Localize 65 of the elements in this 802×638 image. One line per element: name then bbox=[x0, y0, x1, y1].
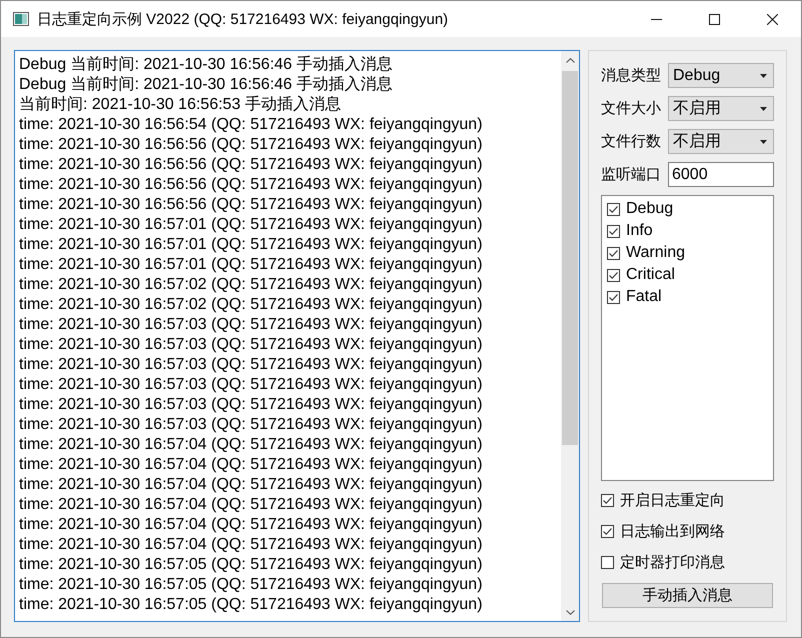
log-line: Debug 当前时间: 2021-10-30 16:56:46 手动插入消息 bbox=[19, 75, 392, 95]
log-line: time: 2021-10-30 16:57:02 (QQ: 517216493 WX: feiyangqingyun) bbox=[19, 295, 482, 315]
window-title: 日志重定向示例 V2022 (QQ: 517216493 WX: feiyangqingyun) bbox=[37, 10, 450, 28]
log-line: time: 2021-10-30 16:57:03 (QQ: 517216493 WX: feiyangqingyun) bbox=[19, 395, 482, 415]
log-line: time: 2021-10-30 16:57:04 (QQ: 517216493 WX: feiyangqingyun) bbox=[19, 495, 482, 515]
level-label: Info bbox=[626, 222, 653, 240]
log-line: time: 2021-10-30 16:57:03 (QQ: 517216493 WX: feiyangqingyun) bbox=[19, 335, 482, 355]
log-line: time: 2021-10-30 16:57:04 (QQ: 517216493 WX: feiyangqingyun) bbox=[19, 475, 482, 495]
dropdown[interactable]: Debug bbox=[668, 63, 774, 88]
dropdown[interactable]: 不启用 bbox=[668, 129, 774, 154]
field-label: 监听端口 bbox=[601, 165, 662, 184]
checkbox[interactable] bbox=[607, 290, 620, 304]
log-text-area[interactable] bbox=[14, 50, 580, 622]
log-line: Debug 当前时间: 2021-10-30 16:56:46 手动插入消息 bbox=[19, 55, 392, 75]
insert-message-button[interactable]: 手动插入消息 bbox=[602, 583, 773, 608]
maximize-icon bbox=[708, 14, 720, 24]
log-line: time: 2021-10-30 16:57:01 (QQ: 517216493 WX: feiyangqingyun) bbox=[19, 255, 482, 275]
level-label: Fatal bbox=[626, 288, 662, 306]
dropdown[interactable]: 不启用 bbox=[668, 96, 774, 121]
chevron-up-icon bbox=[566, 58, 574, 62]
log-line: time: 2021-10-30 16:57:04 (QQ: 517216493 WX: feiyangqingyun) bbox=[19, 455, 482, 475]
chevron-down-icon bbox=[566, 610, 574, 614]
checkbox[interactable] bbox=[607, 202, 620, 216]
field-label: 文件行数 bbox=[601, 132, 662, 151]
scrollbar[interactable] bbox=[561, 51, 579, 621]
checkbox[interactable] bbox=[607, 268, 620, 282]
option-label: 定时器打印消息 bbox=[620, 552, 725, 572]
log-line: time: 2021-10-30 16:56:56 (QQ: 517216493 WX: feiyangqingyun) bbox=[19, 195, 482, 215]
caret-icon bbox=[760, 140, 767, 144]
field-label: 文件大小 bbox=[601, 99, 662, 118]
option-label: 日志输出到网络 bbox=[620, 522, 725, 540]
log-line: time: 2021-10-30 16:56:56 (QQ: 517216493 WX: feiyangqingyun) bbox=[19, 175, 482, 195]
caret-icon bbox=[760, 106, 767, 110]
log-line: time: 2021-10-30 16:57:04 (QQ: 517216493 WX: feiyangqingyun) bbox=[19, 435, 482, 455]
checkbox[interactable] bbox=[601, 524, 614, 538]
scrollbar-thumb[interactable] bbox=[562, 71, 578, 445]
input-field[interactable]: 6000 bbox=[668, 162, 774, 187]
level-label: Warning bbox=[626, 244, 685, 262]
log-line: time: 2021-10-30 16:57:05 (QQ: 517216493 WX: feiyangqingyun) bbox=[19, 555, 482, 575]
log-line: time: 2021-10-30 16:57:01 (QQ: 517216493 WX: feiyangqingyun) bbox=[19, 215, 482, 235]
log-line: time: 2021-10-30 16:57:05 (QQ: 517216493 WX: feiyangqingyun) bbox=[19, 595, 482, 615]
close-icon bbox=[766, 14, 778, 24]
log-line: time: 2021-10-30 16:57:04 (QQ: 517216493 WX: feiyangqingyun) bbox=[19, 515, 482, 535]
log-line: time: 2021-10-30 16:57:03 (QQ: 517216493 WX: feiyangqingyun) bbox=[19, 315, 482, 335]
log-line: time: 2021-10-30 16:57:03 (QQ: 517216493 WX: feiyangqingyun) bbox=[19, 415, 482, 435]
app-icon bbox=[13, 12, 29, 26]
option-label: 开启日志重定向 bbox=[620, 490, 725, 510]
log-line: time: 2021-10-30 16:57:02 (QQ: 517216493 WX: feiyangqingyun) bbox=[19, 275, 482, 295]
log-line: time: 2021-10-30 16:57:05 (QQ: 517216493 WX: feiyangqingyun) bbox=[19, 575, 482, 595]
log-line: time: 2021-10-30 16:57:01 (QQ: 517216493 WX: feiyangqingyun) bbox=[19, 235, 482, 255]
log-line: time: 2021-10-30 16:57:03 (QQ: 517216493 WX: feiyangqingyun) bbox=[19, 355, 482, 375]
checkbox[interactable] bbox=[607, 224, 620, 238]
level-label: Critical bbox=[626, 266, 675, 284]
log-line: time: 2021-10-30 16:57:04 (QQ: 517216493 WX: feiyangqingyun) bbox=[19, 535, 482, 555]
checkbox[interactable] bbox=[601, 556, 614, 568]
checkbox[interactable] bbox=[601, 494, 614, 506]
log-line: time: 2021-10-30 16:56:56 (QQ: 517216493 WX: feiyangqingyun) bbox=[19, 135, 482, 155]
level-label: Debug bbox=[626, 200, 674, 218]
log-line: time: 2021-10-30 16:57:03 (QQ: 517216493 WX: feiyangqingyun) bbox=[19, 375, 482, 395]
log-line: time: 2021-10-30 16:56:54 (QQ: 517216493 WX: feiyangqingyun) bbox=[19, 115, 482, 135]
log-line: 当前时间: 2021-10-30 16:56:53 手动插入消息 bbox=[19, 95, 341, 115]
field-label: 消息类型 bbox=[601, 66, 662, 85]
log-line: time: 2021-10-30 16:56:56 (QQ: 517216493 WX: feiyangqingyun) bbox=[19, 155, 482, 175]
caret-icon bbox=[760, 74, 767, 78]
checkbox[interactable] bbox=[607, 246, 620, 260]
